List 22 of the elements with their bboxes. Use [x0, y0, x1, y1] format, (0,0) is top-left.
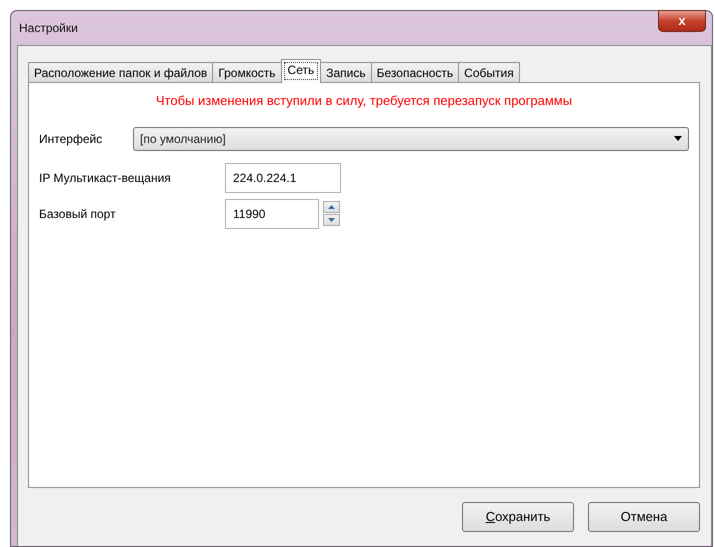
window-title: Настройки [19, 20, 78, 37]
tab[interactable]: Сеть [280, 59, 322, 83]
spin-down-button[interactable] [323, 214, 340, 226]
tab[interactable]: Запись [320, 62, 372, 82]
field-label: Интерфейс [39, 130, 104, 148]
tab[interactable]: Расположение папок и файлов [28, 62, 214, 82]
spin-up-button[interactable] [323, 201, 340, 213]
tab[interactable]: Громкость [212, 62, 282, 82]
cancel-button[interactable]: Отмена [588, 502, 700, 532]
restart-notice: Чтобы изменения вступили в силу, требуется перезапуск программы [154, 92, 574, 110]
tab[interactable]: Безопасность [370, 62, 460, 82]
tab[interactable]: События [458, 62, 520, 82]
field-label: IP Мультикаст-вещания [39, 170, 172, 186]
multicast-ip-field[interactable]: 224.0.224.1 [225, 162, 341, 192]
save-button[interactable]: Сохранить [462, 502, 574, 532]
up-arrow-icon [328, 205, 335, 209]
field-label: Базовый порт [39, 206, 117, 222]
close-button[interactable]: x [658, 10, 706, 32]
dropdown-arrow-icon [674, 136, 682, 141]
port-field[interactable]: 11990 [225, 198, 319, 228]
down-arrow-icon [328, 218, 335, 222]
interface-dropdown[interactable]: [по умолчанию] [133, 126, 689, 150]
